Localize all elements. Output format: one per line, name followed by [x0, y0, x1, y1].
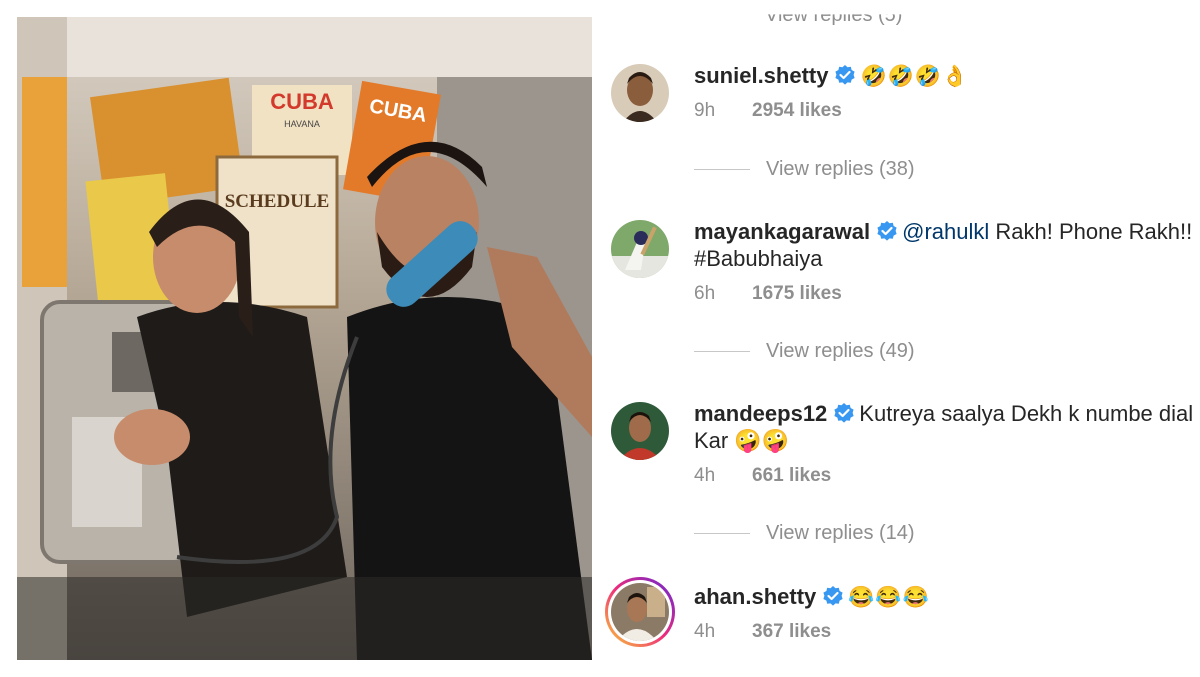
replies-divider-line: [694, 533, 750, 534]
post-photo[interactable]: CUBA HAVANA CUBA SCHEDULE: [17, 17, 592, 660]
comment-time: 4h: [694, 465, 716, 486]
comment-likes[interactable]: 367 likes: [752, 621, 831, 642]
avatar-image: [611, 64, 669, 122]
comment-mention-link[interactable]: @rahulkl: [902, 219, 989, 244]
comment-time: 4h: [694, 621, 716, 642]
view-replies-button[interactable]: View replies (38): [694, 158, 915, 181]
comment-meta: 6h 1675 likes: [694, 283, 842, 305]
avatar[interactable]: [611, 64, 669, 122]
comment-likes[interactable]: 2954 likes: [752, 100, 842, 121]
comment-meta: 4h 661 likes: [694, 465, 831, 487]
photo-illustration: CUBA HAVANA CUBA SCHEDULE: [17, 17, 592, 660]
view-replies-label[interactable]: View replies (38): [766, 158, 915, 181]
comment-text: suniel.shetty 🤣🤣🤣👌: [694, 62, 1200, 90]
view-replies-button[interactable]: View replies (49): [694, 340, 915, 363]
comment-body: 🤣🤣🤣👌: [860, 65, 970, 88]
poster-havana-text: HAVANA: [284, 119, 320, 129]
avatar-image: [611, 402, 669, 460]
avatar-story-ring[interactable]: [605, 577, 675, 647]
comment-text: mandeeps12 Kutreya saalya Dekh k numbe di…: [694, 400, 1200, 454]
comment-text: mayankagarawal @rahulkl Rakh! Phone Rakh!…: [694, 218, 1200, 272]
poster-cuba-text: CUBA: [270, 89, 334, 114]
avatar: [611, 583, 669, 641]
verified-badge-icon: [822, 585, 844, 607]
comment-username[interactable]: ahan.shetty: [694, 584, 816, 609]
verified-badge-icon: [876, 220, 898, 242]
replies-divider-line: [694, 351, 750, 352]
avatar[interactable]: [611, 402, 669, 460]
replies-divider-line: [694, 169, 750, 170]
view-replies-label[interactable]: View replies (49): [766, 340, 915, 363]
view-replies-top[interactable]: View replies (5): [765, 14, 902, 27]
avatar-image: [611, 583, 669, 641]
comment-meta: 4h 367 likes: [694, 621, 831, 643]
poster-schedule-text: SCHEDULE: [225, 191, 330, 212]
comment-body: 😂😂😂: [848, 586, 930, 609]
comment-time: 9h: [694, 100, 716, 121]
view-replies-label[interactable]: View replies (14): [766, 522, 915, 545]
comment-username[interactable]: mandeeps12: [694, 401, 827, 426]
avatar-image: [611, 220, 669, 278]
avatar[interactable]: [611, 220, 669, 278]
comments-panel: View replies (5) suniel.shetty 🤣🤣🤣👌 9h 295…: [605, 0, 1200, 677]
comment-time: 6h: [694, 283, 716, 304]
comment-username[interactable]: suniel.shetty: [694, 63, 828, 88]
comment-username[interactable]: mayankagarawal: [694, 219, 870, 244]
comment-text: ahan.shetty 😂😂😂: [694, 583, 1200, 611]
comment-meta: 9h 2954 likes: [694, 100, 842, 122]
comment-likes[interactable]: 1675 likes: [752, 283, 842, 304]
verified-badge-icon: [834, 64, 856, 86]
comment-likes[interactable]: 661 likes: [752, 465, 831, 486]
verified-badge-icon: [833, 402, 855, 424]
view-replies-button[interactable]: View replies (14): [694, 522, 915, 545]
